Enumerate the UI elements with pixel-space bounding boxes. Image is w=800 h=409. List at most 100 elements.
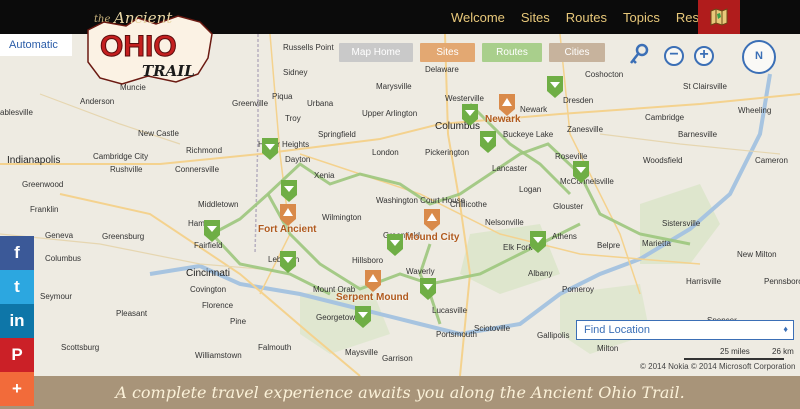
zoom-in-button[interactable]: + <box>694 46 714 66</box>
route-pin-icon[interactable] <box>530 231 546 253</box>
route-pin-icon[interactable] <box>281 180 297 202</box>
city-label: Cameron <box>755 156 788 165</box>
city-label: Springfield <box>318 130 356 139</box>
city-label: Gallipolis <box>537 331 570 340</box>
city-label: Albany <box>528 269 553 278</box>
city-label: Covington <box>190 285 227 294</box>
more-share-icon[interactable]: + <box>0 372 34 406</box>
nav-topics[interactable]: Topics <box>623 10 660 25</box>
footer-tagline: A complete travel experience awaits you … <box>115 383 685 402</box>
map-home-button[interactable]: Map Home <box>339 43 413 62</box>
compass-north-label: N <box>755 50 763 62</box>
city-label: Lancaster <box>492 164 528 173</box>
route-pin-icon[interactable] <box>204 220 220 242</box>
key-icon[interactable] <box>628 43 650 69</box>
site-pin-icon[interactable] <box>499 94 515 116</box>
city-label: Chillicothe <box>450 200 487 209</box>
route-pin-icon[interactable] <box>462 104 478 126</box>
cities-layer-button[interactable]: Cities <box>549 43 605 62</box>
route-pin-icon[interactable] <box>262 138 278 160</box>
city-label: Athens <box>552 232 577 241</box>
main-nav: Welcome Sites Routes Topics Resources <box>435 0 738 34</box>
zoom-out-button[interactable]: − <box>664 46 684 66</box>
city-label: Delaware <box>425 65 459 74</box>
city-label: New Castle <box>138 129 179 138</box>
city-label: Sistersville <box>662 219 701 228</box>
sites-layer-button[interactable]: Sites <box>420 43 475 62</box>
city-label: Marietta <box>642 239 671 248</box>
route-pin-icon[interactable] <box>573 161 589 183</box>
city-label: Buckeye Lake <box>503 130 554 139</box>
city-label: Portsmouth <box>436 330 477 339</box>
city-label: Falmouth <box>258 343 292 352</box>
logo-ohio: OHIO <box>100 30 177 63</box>
social-share-bar: f t in P + <box>0 236 34 406</box>
city-label: Georgetown <box>316 313 360 322</box>
city-label: Wheeling <box>738 106 772 115</box>
site-label-serpent-mound[interactable]: Serpent Mound <box>336 292 409 303</box>
city-label: Zanesville <box>567 125 604 134</box>
city-label: Logan <box>519 185 542 194</box>
city-label: Xenia <box>314 171 335 180</box>
dropdown-caret-icon: ♦ <box>783 324 788 334</box>
map-style-selector[interactable]: Automatic <box>0 34 72 56</box>
routes-layer-button[interactable]: Routes <box>482 43 542 62</box>
route-pin-icon[interactable] <box>547 76 563 98</box>
city-label: ablesville <box>0 108 33 117</box>
city-label: Newark <box>520 105 548 114</box>
city-label: Nelsonville <box>485 218 524 227</box>
city-label: Harrisville <box>686 277 722 286</box>
city-label: Seymour <box>40 292 73 301</box>
city-label: Cincinnati <box>186 268 230 279</box>
city-label: Connersville <box>175 165 220 174</box>
city-label: Barnesville <box>678 130 718 139</box>
compass-navigation[interactable]: N <box>742 40 776 74</box>
city-label: Sciotoville <box>474 324 511 333</box>
city-label: New Milton <box>737 250 777 259</box>
city-label: Fairfield <box>194 241 223 250</box>
site-pin-icon[interactable] <box>424 209 440 231</box>
city-label: Marysville <box>376 82 412 91</box>
route-pin-icon[interactable] <box>280 251 296 273</box>
city-label: Coshocton <box>585 70 624 79</box>
linkedin-icon[interactable]: in <box>0 304 34 338</box>
nav-sites[interactable]: Sites <box>521 10 550 25</box>
city-label: Franklin <box>30 205 59 214</box>
city-label: Urbana <box>307 99 334 108</box>
city-label: Russells Point <box>283 43 334 52</box>
city-label: Richmond <box>186 146 223 155</box>
find-location-dropdown[interactable]: Find Location ♦ <box>576 320 794 340</box>
city-label: Pomeroy <box>562 285 595 294</box>
city-label: Hillsboro <box>352 256 384 265</box>
scale-miles: 25 miles <box>720 347 750 356</box>
city-label: Pine <box>230 317 247 326</box>
city-label: Anderson <box>80 97 115 106</box>
ohio-map-icon <box>710 8 728 26</box>
find-location-label: Find Location <box>584 324 651 336</box>
city-label: Columbus <box>45 254 82 263</box>
city-label: Belpre <box>597 241 621 250</box>
twitter-icon[interactable]: t <box>0 270 34 304</box>
route-pin-icon[interactable] <box>420 278 436 300</box>
ancient-ohio-trail-logo[interactable]: the Ancient OHIO TRAIL <box>82 4 217 92</box>
city-label: Greenwood <box>22 180 64 189</box>
city-label: Indianapolis <box>7 155 61 166</box>
map-tab[interactable] <box>698 0 740 34</box>
pinterest-icon[interactable]: P <box>0 338 34 372</box>
site-pin-icon[interactable] <box>365 270 381 292</box>
route-pin-icon[interactable] <box>480 131 496 153</box>
city-label: Wilmington <box>322 213 362 222</box>
nav-welcome[interactable]: Welcome <box>451 10 505 25</box>
city-label: Dresden <box>563 96 594 105</box>
city-label: Geneva <box>45 231 74 240</box>
facebook-icon[interactable]: f <box>0 236 34 270</box>
route-pin-icon[interactable] <box>387 234 403 256</box>
route-pin-icon[interactable] <box>355 306 371 328</box>
city-label: Milton <box>597 344 619 353</box>
city-label: Upper Arlington <box>362 109 418 118</box>
site-label-mound-city[interactable]: Mound City <box>405 232 459 243</box>
site-pin-icon[interactable] <box>280 204 296 226</box>
city-label: Maysville <box>345 348 378 357</box>
nav-routes[interactable]: Routes <box>566 10 607 25</box>
city-label: Garrison <box>382 354 413 363</box>
